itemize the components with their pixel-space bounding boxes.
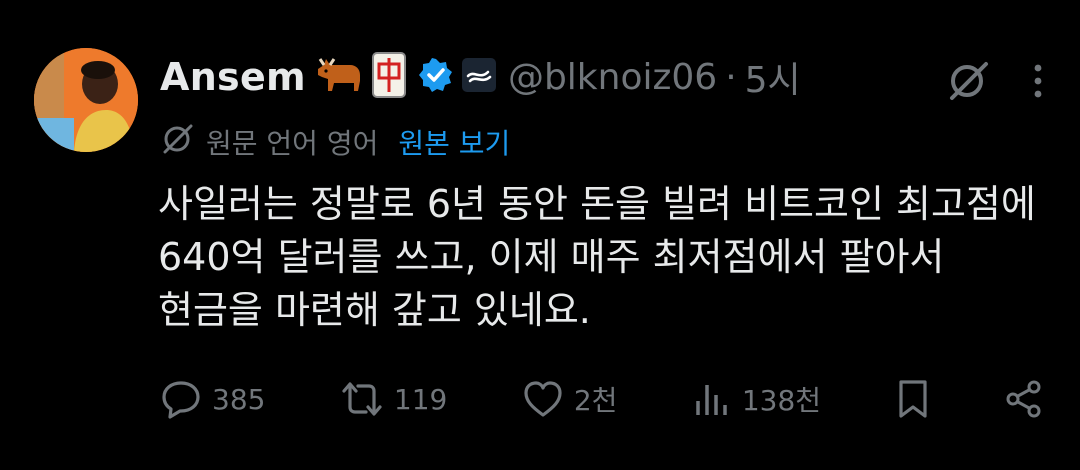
handle[interactable]: @blknoiz06 — [508, 57, 717, 98]
translation-info: 원문 언어 영어 원본 보기 — [160, 120, 510, 164]
tweet-text-line: 사일러는 정말로 6년 동안 돈을 빌려 비트코인 최고점에 — [158, 182, 1036, 226]
share-button[interactable] — [1004, 379, 1044, 419]
tweet-header: Ansem @blknoiz06 · 5시 — [160, 52, 801, 102]
grok-icon[interactable] — [946, 58, 992, 108]
verified-badge-icon[interactable] — [418, 57, 454, 97]
separator-dot: · — [725, 56, 737, 98]
translation-language-label: 원문 언어 영어 — [206, 127, 379, 160]
repost-button[interactable]: 119 — [340, 379, 447, 419]
timestamp[interactable]: 5시 — [745, 51, 801, 103]
views-button[interactable]: 138천 — [692, 379, 821, 419]
views-count: 138천 — [741, 384, 822, 417]
bookmark-button[interactable] — [896, 379, 930, 419]
display-name[interactable]: Ansem — [160, 55, 306, 99]
tweet-text-line: 640억 달러를 쓰고, 이제 매주 최저점에서 팔아서 — [158, 235, 945, 279]
repost-icon — [340, 379, 384, 419]
grok-translate-icon — [160, 121, 196, 164]
share-icon — [1004, 379, 1044, 419]
views-bar-chart-icon — [692, 379, 732, 419]
avatar[interactable] — [34, 48, 138, 152]
reply-count: 385 — [212, 382, 266, 416]
bookmark-icon — [896, 379, 930, 419]
tweet-text-line: 현금을 마련해 갚고 있네요. — [158, 288, 591, 332]
action-bar: 385 119 2천 138천 — [160, 376, 1044, 422]
avatar-photo — [34, 48, 138, 152]
tweet-text: 사일러는 정말로 6년 동안 돈을 빌려 비트코인 최고점에 640억 달러를 … — [158, 178, 1058, 337]
affiliate-badge-icon[interactable] — [461, 58, 496, 96]
tweet-top-actions — [946, 58, 1044, 108]
mahjong-red-dragon-icon — [371, 52, 406, 102]
heart-icon — [522, 379, 564, 419]
reply-icon — [160, 379, 202, 419]
reply-button[interactable]: 385 — [160, 379, 265, 419]
like-button[interactable]: 2천 — [522, 379, 618, 419]
ox-emoji-icon — [314, 55, 364, 99]
repost-count: 119 — [393, 382, 448, 416]
like-count: 2천 — [573, 384, 618, 417]
view-original-link[interactable]: 원본 보기 — [398, 122, 510, 162]
more-options-icon[interactable] — [1032, 63, 1044, 103]
